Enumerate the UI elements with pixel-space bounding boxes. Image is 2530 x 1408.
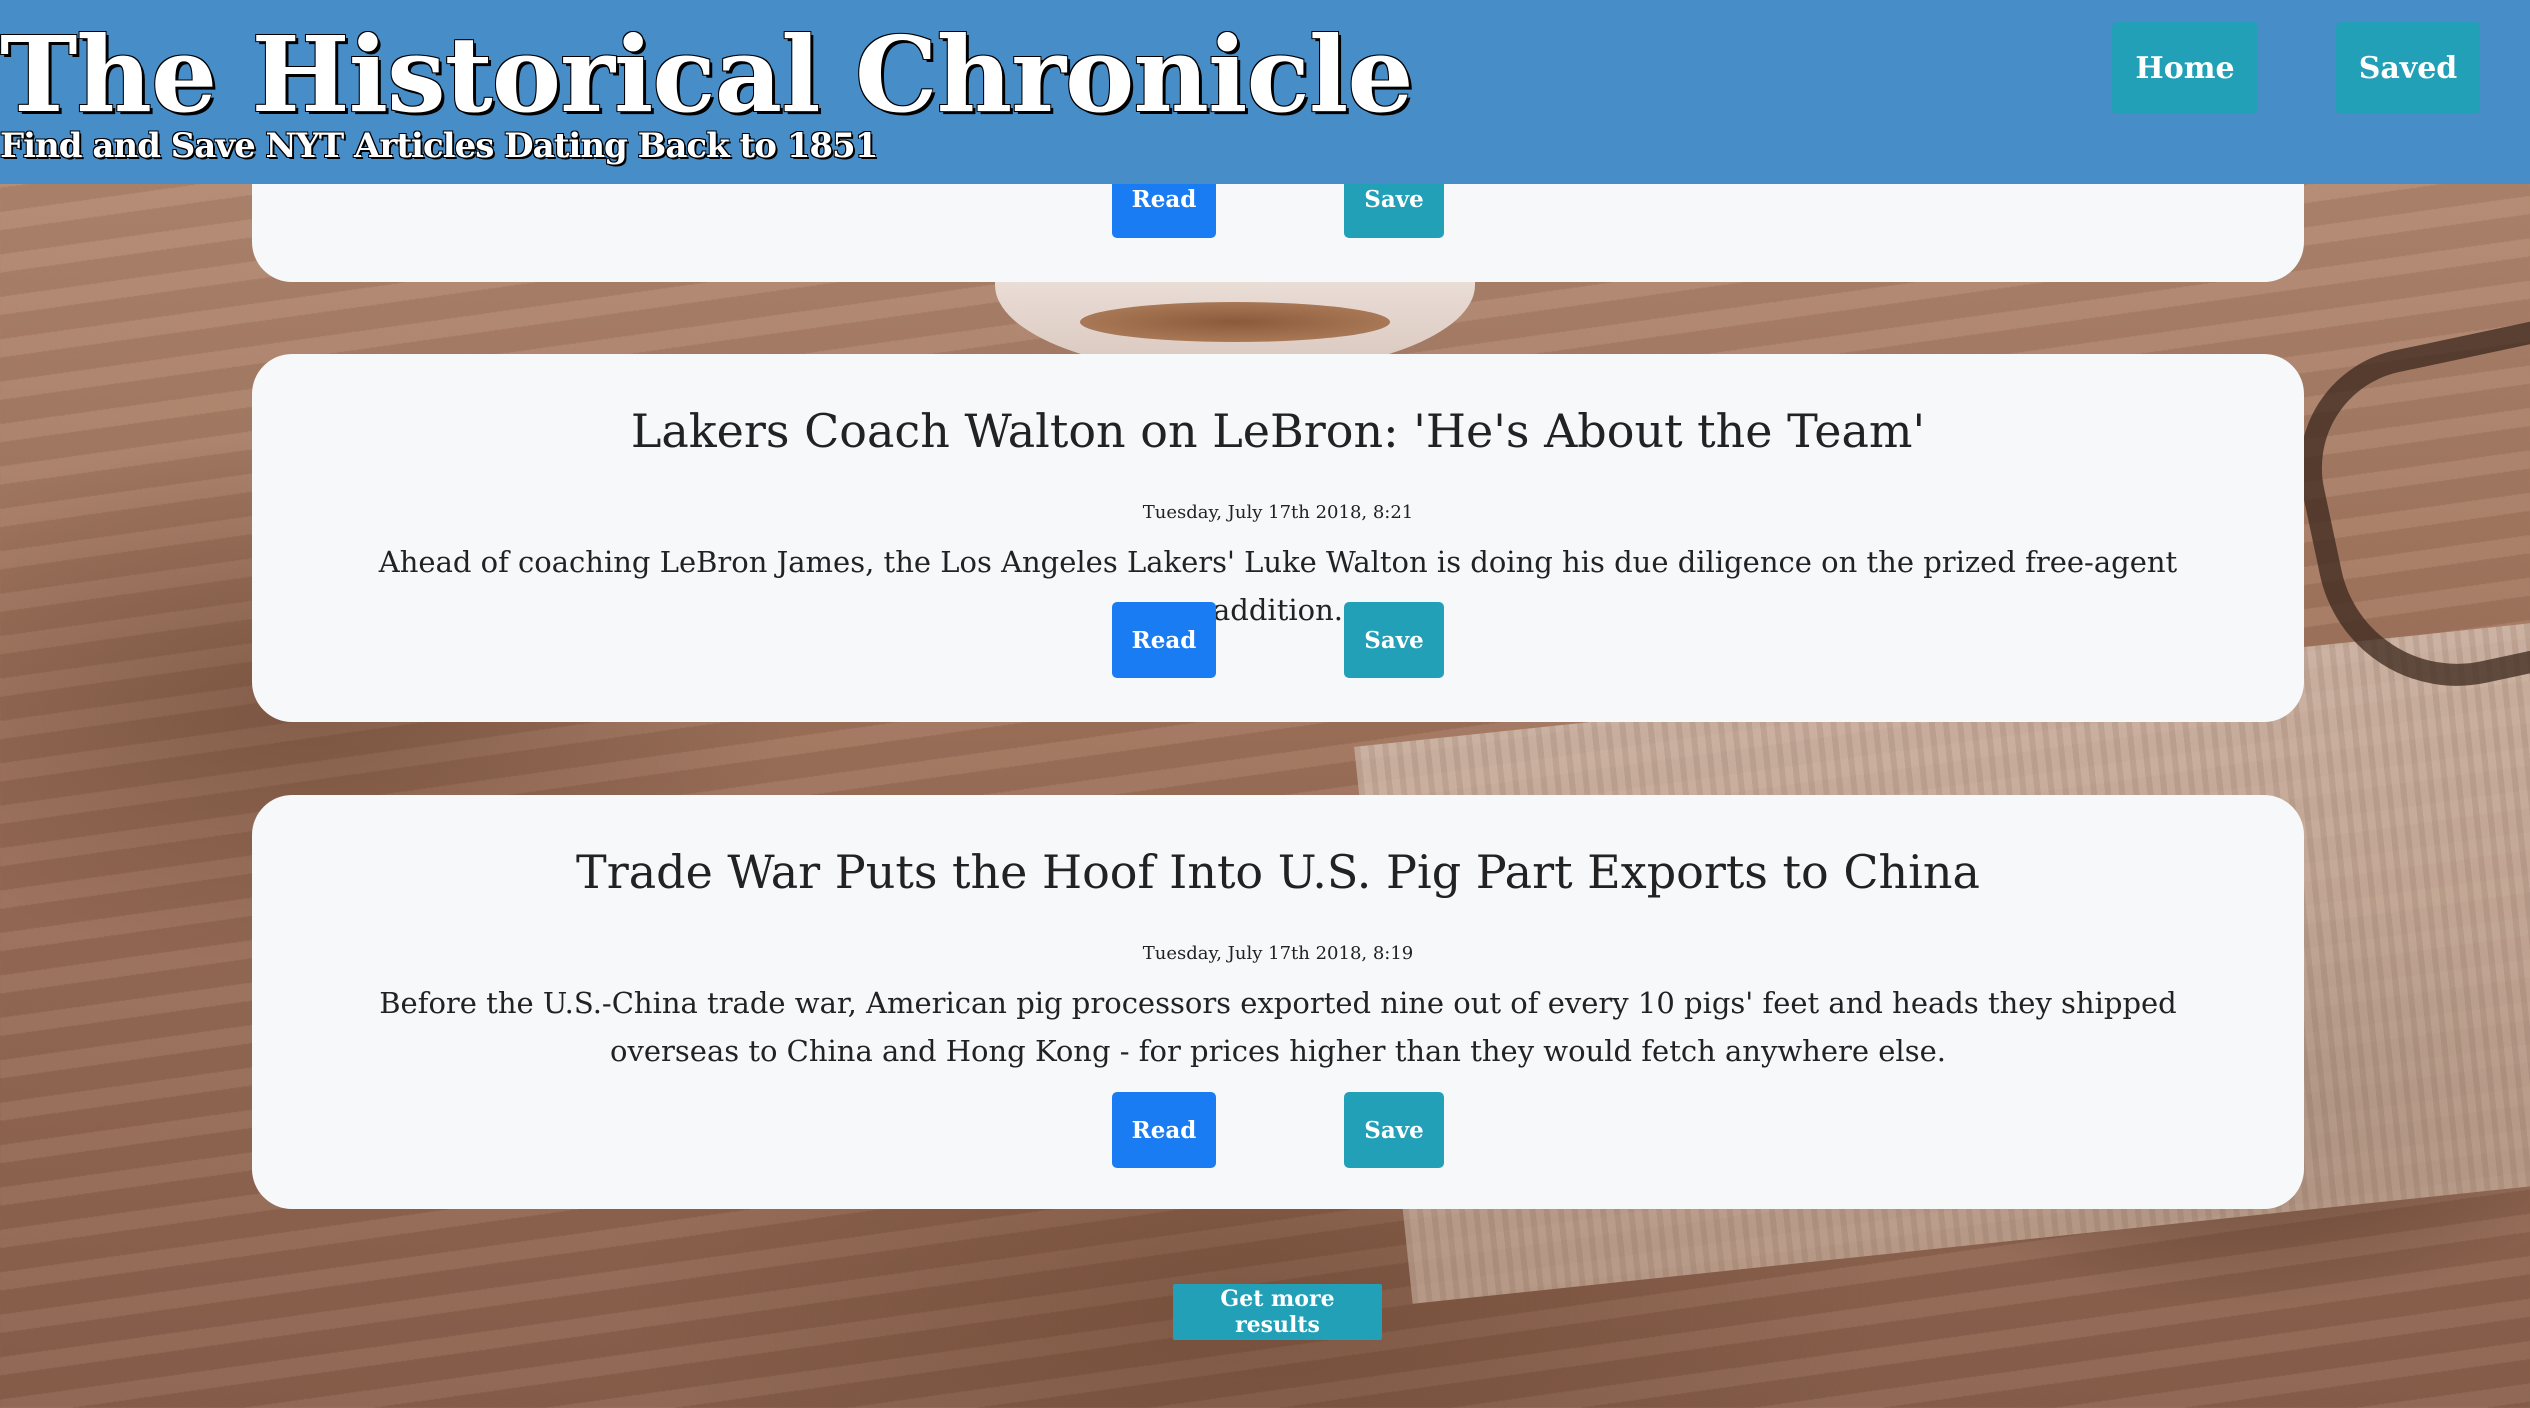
get-more-results-button[interactable]: Get more results [1173, 1284, 1382, 1340]
article-card: Lakers Coach Walton on LeBron: 'He's Abo… [252, 354, 2304, 722]
site-header: The Historical Chronicle Find and Save N… [0, 0, 2530, 184]
saved-button[interactable]: Saved [2336, 22, 2480, 114]
article-title: Lakers Coach Walton on LeBron: 'He's Abo… [630, 404, 1926, 458]
article-date: Tuesday, July 17th 2018, 8:19 [1142, 943, 1414, 964]
site-subtitle: Find and Save NYT Articles Dating Back t… [0, 126, 878, 166]
read-button[interactable]: Read [1112, 1092, 1216, 1168]
background-coffee [1080, 302, 1390, 342]
article-card: Trade War Puts the Hoof Into U.S. Pig Pa… [252, 795, 2304, 1209]
read-button[interactable]: Read [1112, 602, 1216, 678]
save-button[interactable]: Save [1344, 602, 1444, 678]
article-summary: Ahead of coaching LeBron James, the Los … [378, 545, 2178, 627]
home-button[interactable]: Home [2112, 22, 2258, 114]
article-summary: Before the U.S.-China trade war, America… [379, 986, 2177, 1068]
article-title: Trade War Puts the Hoof Into U.S. Pig Pa… [576, 845, 1980, 899]
article-date: Tuesday, July 17th 2018, 8:21 [1142, 502, 1414, 523]
site-title: The Historical Chronicle [0, 13, 1413, 136]
save-button[interactable]: Save [1344, 1092, 1444, 1168]
